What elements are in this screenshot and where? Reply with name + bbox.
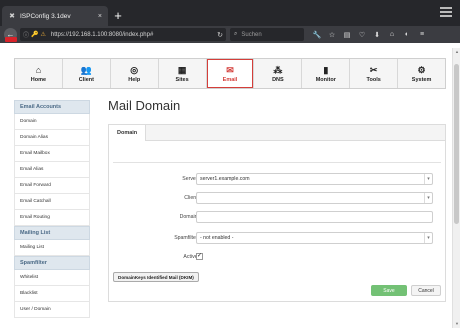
sidebar-item-email-routing[interactable]: Email Routing: [14, 210, 90, 226]
tab-domain[interactable]: Domain: [109, 125, 147, 141]
reload-icon[interactable]: ↻: [217, 31, 223, 39]
browser-tab-title: ISPConfig 3.1dev: [20, 12, 71, 20]
nav-monitor-label: Monitor: [315, 76, 336, 83]
search-bar[interactable]: ⌕ Suchen: [230, 28, 304, 41]
sidebar-item-domain-alias[interactable]: Domain Alias: [14, 130, 90, 146]
nav-monitor[interactable]: ▮ Monitor: [302, 59, 351, 88]
sidebar-item-user-domain[interactable]: User / Domain: [14, 302, 90, 318]
lifebuoy-icon: ◎: [130, 64, 139, 75]
nav-help[interactable]: ◎ Help: [111, 59, 159, 88]
sidebar-section-mailing-list: Mailing List: [14, 226, 90, 240]
nav-sites[interactable]: ▦ Sites: [159, 59, 207, 88]
search-placeholder[interactable]: Suchen: [241, 32, 261, 38]
gear-icon: ⚙: [417, 64, 426, 75]
nav-client-label: Client: [78, 76, 94, 83]
users-icon: 👥: [80, 64, 92, 75]
address-bar[interactable]: ⓘ 🔑 ⚠ https://192.168.1.100:8080/index.p…: [20, 28, 226, 41]
sidebar: Email Accounts Domain Domain Alias Email…: [14, 100, 90, 328]
sidebar-section-spamfilter: Spamfilter: [14, 256, 90, 270]
domain-input[interactable]: [196, 211, 433, 223]
sidebar-item-email-forward[interactable]: Email Forward: [14, 178, 90, 194]
shield-icon[interactable]: ◐: [402, 29, 412, 41]
nav-tools[interactable]: ✂ Tools: [350, 59, 399, 88]
ispconfig-favicon-icon: ✖: [9, 13, 15, 20]
page-title: Mail Domain: [108, 98, 181, 113]
scroll-up-icon[interactable]: ▲: [454, 49, 460, 55]
client-row: Client: ▾: [109, 192, 447, 204]
nav-home[interactable]: ⌂ Home: [15, 59, 63, 88]
sidebar-item-blacklist[interactable]: Blacklist: [14, 286, 90, 302]
security-warning-badge: [5, 37, 17, 42]
clipboard-icon[interactable]: ▤: [342, 29, 352, 41]
sidebar-item-email-catchall[interactable]: Email Catchall: [14, 194, 90, 210]
tab-close-icon[interactable]: ×: [98, 13, 102, 20]
network-icon: ⁂: [273, 64, 283, 75]
hamburger-menu-icon[interactable]: ≡: [417, 29, 427, 41]
panel-tab-bar: Domain: [109, 125, 445, 141]
spamfilter-selected-value: - not enabled -: [200, 235, 234, 241]
nav-sites-label: Sites: [175, 76, 189, 83]
form-panel: Domain Server: server1.example.com ▾ Cli…: [108, 124, 446, 302]
sidebar-item-mailing-list[interactable]: Mailing List: [14, 240, 90, 256]
nav-client[interactable]: 👥 Client: [63, 59, 111, 88]
nav-system[interactable]: ⚙ System: [398, 59, 445, 88]
browser-navigation-bar: ← ⓘ 🔑 ⚠ https://192.168.1.100:8080/index…: [0, 26, 460, 43]
browser-tab[interactable]: ✖ ISPConfig 3.1dev ×: [2, 6, 108, 26]
info-icon[interactable]: ⓘ: [23, 30, 29, 39]
chevron-down-icon[interactable]: ▾: [424, 193, 432, 203]
bookmark-star-icon[interactable]: ☆: [327, 29, 337, 41]
wrench-icon[interactable]: 🔧: [312, 29, 322, 41]
server-icon: ▦: [177, 64, 187, 75]
spamfilter-row: Spamfilter: - not enabled - ▾: [109, 232, 447, 244]
client-select[interactable]: ▾: [196, 192, 433, 204]
remote-icon: ▮: [323, 64, 329, 75]
key-icon: 🔑: [31, 32, 39, 38]
server-row: Server: server1.example.com ▾: [109, 173, 447, 185]
tools-icon: ✂: [369, 64, 378, 75]
nav-email-label: Email: [222, 76, 238, 83]
nav-email[interactable]: ✉ Email: [206, 59, 255, 88]
download-icon[interactable]: ⬇: [372, 29, 382, 41]
sidebar-item-whitelist[interactable]: Whitelist: [14, 270, 90, 286]
active-checkbox[interactable]: ✓: [196, 253, 203, 260]
home-icon: ⌂: [35, 64, 42, 75]
pocket-icon[interactable]: ♡: [357, 29, 367, 41]
nav-home-label: Home: [30, 76, 47, 83]
window-menu-icon[interactable]: [440, 7, 452, 17]
cancel-button[interactable]: Cancel: [411, 285, 441, 296]
chevron-down-icon[interactable]: ▾: [424, 174, 432, 184]
nav-system-label: System: [411, 76, 432, 83]
envelope-icon: ✉: [226, 64, 234, 75]
dkim-button[interactable]: DomainKeys Identified Mail (DKIM): [113, 272, 199, 282]
url-text[interactable]: https://192.168.1.100:8080/index.php#: [51, 32, 153, 38]
search-icon: ⌕: [234, 31, 238, 37]
active-row: Active: ✓: [109, 251, 447, 263]
chevron-down-icon[interactable]: ▾: [424, 233, 432, 243]
nav-tools-label: Tools: [366, 76, 381, 83]
server-select[interactable]: server1.example.com ▾: [196, 173, 433, 185]
spamfilter-select[interactable]: - not enabled - ▾: [196, 232, 433, 244]
browser-tab-bar: ✖ ISPConfig 3.1dev × +: [0, 0, 460, 26]
main-navigation: ⌂ Home 👥 Client ◎ Help ▦ Sites ✉ Email ⁂ DNS ▮…: [14, 58, 446, 89]
sidebar-item-email-alias[interactable]: Email Alias: [14, 162, 90, 178]
sidebar-section-email-accounts: Email Accounts: [14, 100, 90, 114]
browser-toolbar: 🔧 ☆ ▤ ♡ ⬇ ⌂ ◐ ≡: [312, 28, 427, 41]
new-tab-button[interactable]: +: [110, 8, 126, 24]
page-scrollbar[interactable]: ▲ ▼: [452, 48, 460, 328]
insecure-lock-icon[interactable]: ⚠: [41, 31, 46, 38]
divider: [113, 162, 441, 163]
server-selected-value: server1.example.com: [200, 176, 250, 182]
sidebar-item-domain[interactable]: Domain: [14, 114, 90, 130]
save-button[interactable]: Save: [371, 285, 407, 296]
nav-dns-label: DNS: [272, 76, 284, 83]
scrollbar-thumb[interactable]: [454, 64, 459, 224]
sidebar-item-email-mailbox[interactable]: Email Mailbox: [14, 146, 90, 162]
domain-row: Domain:: [109, 211, 447, 223]
nav-dns[interactable]: ⁂ DNS: [254, 59, 303, 88]
nav-help-label: Help: [128, 76, 141, 83]
scroll-down-icon[interactable]: ▼: [454, 321, 460, 327]
home-browser-icon[interactable]: ⌂: [387, 29, 397, 41]
